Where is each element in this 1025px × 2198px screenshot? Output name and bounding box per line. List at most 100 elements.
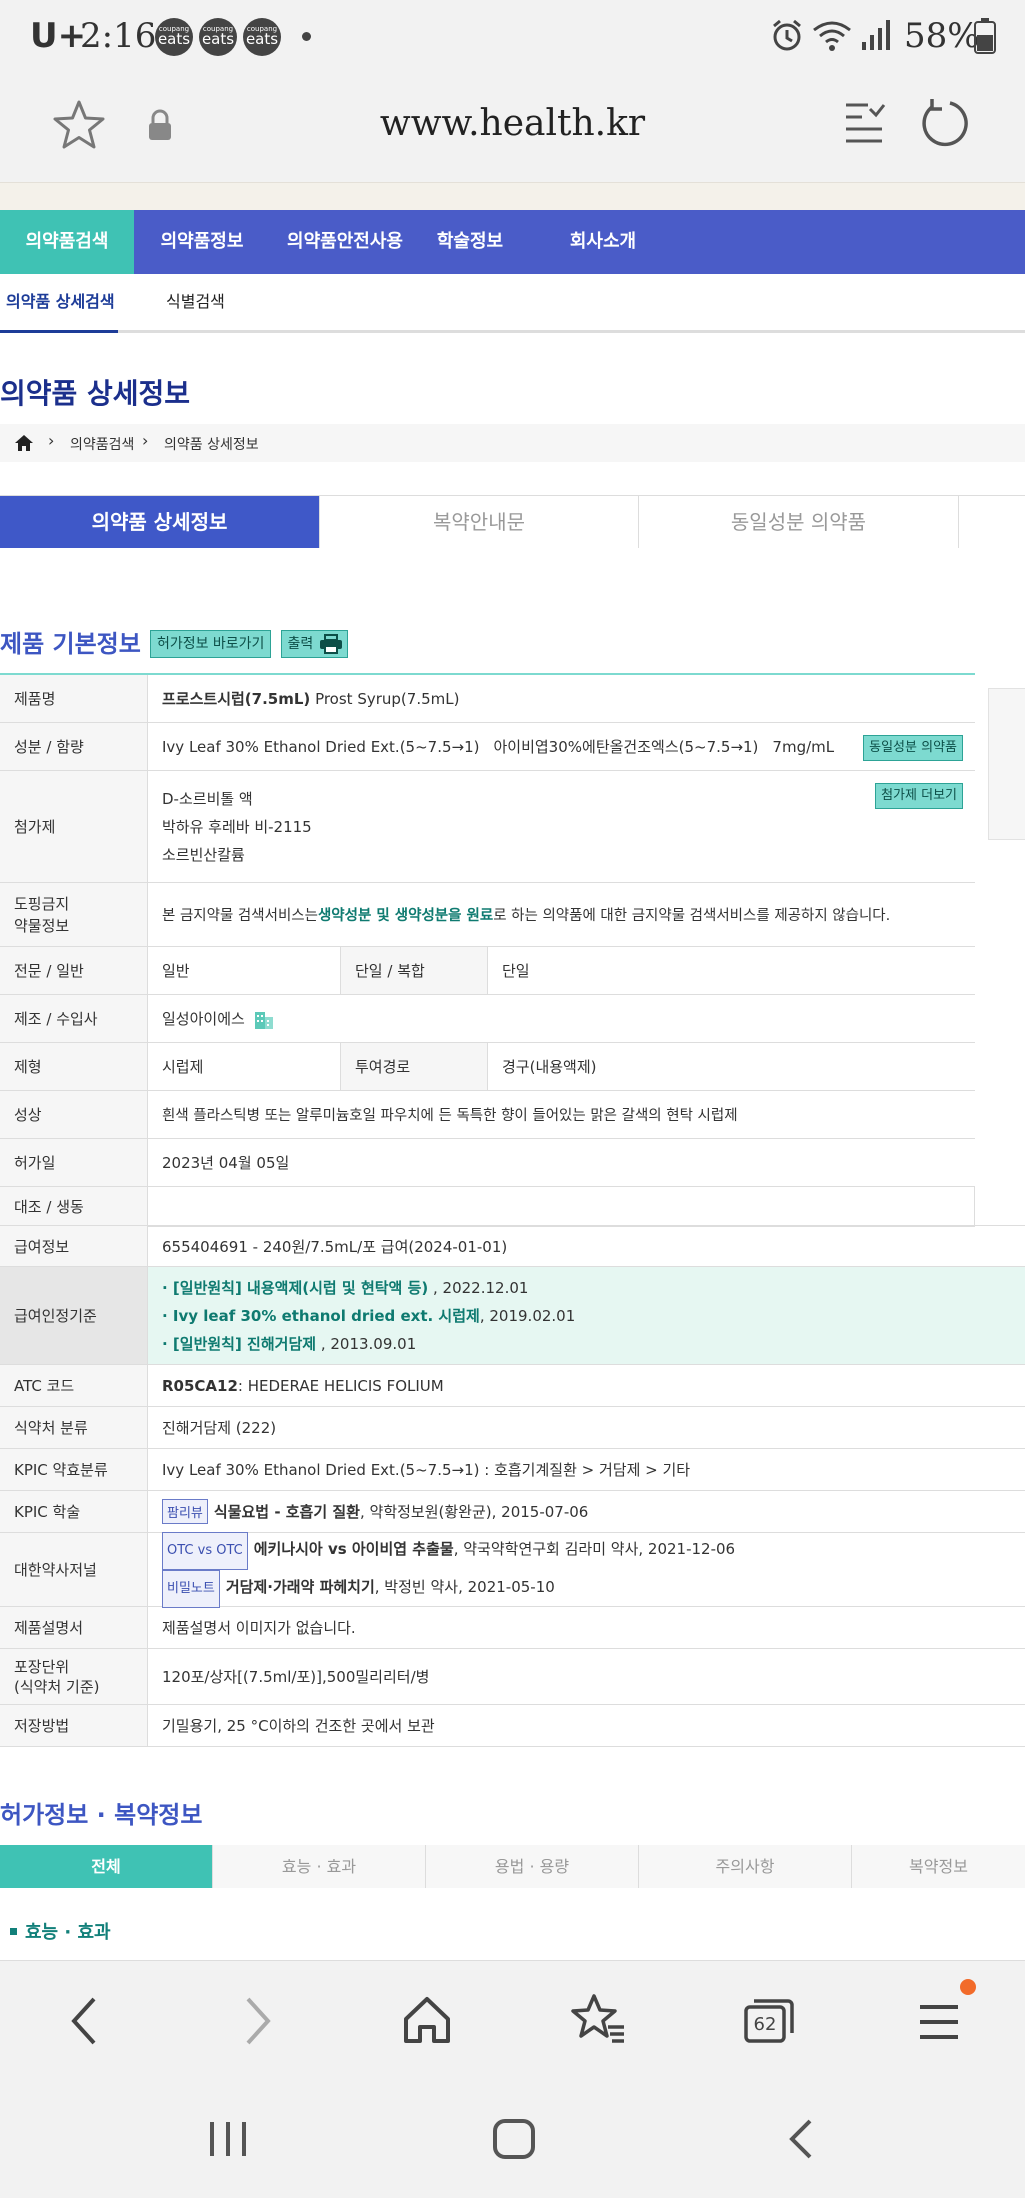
back-icon[interactable] [66, 1995, 102, 2047]
gnb-item-drug-info[interactable]: 의약품정보 [142, 210, 262, 274]
article-title[interactable]: 거담제·가래약 파헤치기 [226, 1578, 375, 1596]
tab-all[interactable]: 전체 [0, 1845, 213, 1888]
criteria-title[interactable]: · [일반원칙] 내용액제(시럽 및 현탁액 등) [162, 1279, 428, 1297]
home-icon[interactable] [402, 1995, 452, 2045]
subsection-heading: 효능 · 효과 [10, 1918, 111, 1944]
sub-navigation: 의약품 상세검색 식별검색 [0, 274, 1025, 333]
row-label-line: 약물정보 [14, 916, 70, 935]
print-button[interactable]: 출력 [280, 630, 349, 658]
row-label: 대조 / 생동 [0, 1187, 148, 1226]
table-row: 허가일 2023년 04월 05일 [0, 1139, 975, 1187]
category-tag: OTC vs OTC [162, 1531, 248, 1570]
ingredient-en: Ivy Leaf 30% Ethanol Dried Ext.(5~7.5→1) [162, 737, 480, 756]
browser-toolbar: 62 [0, 1960, 1025, 2080]
system-back-icon[interactable] [786, 2118, 816, 2160]
table-row: 제조 / 수입사 일성아이에스 [0, 995, 975, 1043]
appearance-value: 흰색 플라스틱병 또는 알루미늄호일 파우치에 든 독특한 향이 들어있는 맑은… [162, 1108, 738, 1124]
table-row: 급여정보 655404691 - 240원/7.5mL/포 급여(2024-01… [0, 1225, 1025, 1267]
table-row: 성상 흰색 플라스틱병 또는 알루미늄호일 파우치에 든 독특한 향이 들어있는… [0, 1091, 975, 1139]
clock: 2:16 [80, 16, 157, 56]
row-label: KPIC 학술 [0, 1491, 148, 1532]
maker-value[interactable]: 일성아이에스 [162, 995, 275, 1042]
bookmarks-icon[interactable] [570, 1993, 626, 2047]
reader-mode-icon[interactable] [842, 101, 886, 147]
breadcrumb-item[interactable]: 의약품 상세정보 [164, 434, 259, 454]
forward-icon[interactable] [240, 1995, 276, 2047]
tab-medication-info[interactable]: 복약정보 [852, 1845, 1025, 1888]
system-navigation-bar [0, 2080, 1025, 2198]
row-label: 제형 [0, 1043, 148, 1090]
gnb-item-drug-safety[interactable]: 의약품안전사용 [270, 210, 420, 274]
bullet-icon [10, 1928, 17, 1935]
gnb-item-academic[interactable]: 학술정보 [420, 210, 520, 274]
criteria-date: , 2013.09.01 [316, 1334, 417, 1353]
more-notifications-dot [302, 32, 311, 41]
permit-date-value: 2023년 04월 05일 [162, 1154, 290, 1172]
table-row: 포장단위 (식약처 기준) 120포/상자[(7.5ml/포)],500밀리리터… [0, 1649, 1025, 1705]
home-button-icon[interactable] [492, 2118, 536, 2160]
tabs-button[interactable]: 62 [744, 1997, 794, 2043]
subnav-identify-search[interactable]: 식별검색 [166, 274, 246, 333]
alarm-icon [773, 19, 801, 51]
row-label: 저장방법 [0, 1705, 148, 1746]
route-value: 경구(내용액제) [502, 1058, 597, 1076]
subnav-detail-search[interactable]: 의약품 상세검색 [0, 274, 118, 333]
tab-medication-guide[interactable]: 복약안내문 [320, 496, 639, 548]
printer-icon [320, 634, 343, 654]
same-ingredient-button[interactable]: 동일성분 의약품 [863, 735, 963, 761]
tab-dosage[interactable]: 용법 · 용량 [426, 1845, 639, 1888]
list-item[interactable]: · [일반원칙] 진해거담제 , 2013.09.01 [162, 1330, 416, 1358]
tab-drug-detail[interactable]: 의약품 상세정보 [0, 496, 320, 548]
battery-icon [974, 18, 996, 54]
gnb-item-company[interactable]: 회사소개 [548, 210, 658, 274]
signal-icon [862, 20, 890, 50]
ingredient-ko: 아이비엽30%에탄올건조엑스(5~7.5→1) [493, 738, 759, 756]
category-tag: 팜리뷰 [162, 1499, 208, 1524]
single-value: 단일 [502, 962, 530, 980]
maker-name[interactable]: 일성아이에스 [162, 1008, 245, 1029]
more-additives-button[interactable]: 첨가제 더보기 [875, 783, 963, 809]
menu-icon[interactable] [918, 2003, 960, 2041]
recent-apps-icon[interactable] [208, 2120, 248, 2158]
row-label: 급여정보 [0, 1226, 148, 1266]
row-label: KPIC 약효분류 [0, 1449, 148, 1490]
kpic-study-value[interactable]: 팜리뷰 식물요법 - 호흡기 질환, 약학정보원(황완균), 2015-07-0… [148, 1491, 1025, 1532]
permit-tabs: 전체 효능 · 효과 용법 · 용량 주의사항 복약정보 [0, 1845, 1025, 1888]
list-item[interactable]: · Ivy leaf 30% ethanol dried ext. 시럽제, 2… [162, 1302, 575, 1330]
list-item[interactable]: OTC vs OTC 에키나시아 vs 아이비엽 추출물, 약국약학연구회 김라미… [162, 1531, 735, 1570]
tab-same-ingredient[interactable]: 동일성분 의약품 [639, 496, 959, 548]
basic-info-header: 제품 기본정보 허가정보 바로가기 출력 [0, 624, 349, 660]
row-label: 전문 / 일반 [0, 947, 148, 994]
table-row: 전문 / 일반 일반 단일 / 복합 단일 [0, 947, 975, 995]
row-label: 대한약사저널 [0, 1533, 148, 1606]
article-title[interactable]: 에키나시아 vs 아이비엽 추출물 [254, 1540, 454, 1558]
criteria-title[interactable]: · [일반원칙] 진해거담제 [162, 1335, 316, 1353]
mfds-value: 진해거담제 (222) [162, 1419, 277, 1437]
list-item[interactable]: · [일반원칙] 내용액제(시럽 및 현탁액 등) , 2022.12.01 [162, 1274, 528, 1302]
heading-text: 효능 · 효과 [25, 1922, 111, 1943]
gnb-item-drug-search[interactable]: 의약품검색 [0, 210, 134, 274]
tab-efficacy[interactable]: 효능 · 효과 [213, 1845, 426, 1888]
home-icon[interactable] [14, 434, 34, 452]
article-title[interactable]: 식물요법 - 호흡기 질환 [214, 1501, 360, 1522]
breadcrumb-item[interactable]: 의약품검색 [70, 434, 134, 454]
carrier-label: U+ [30, 16, 87, 56]
row-label: 성분 / 함량 [0, 723, 148, 770]
product-image-panel [988, 688, 1025, 840]
cell-label: 투여경로 [340, 1043, 488, 1090]
criteria-date: , 2022.12.01 [428, 1278, 529, 1297]
criteria-list: · [일반원칙] 내용액제(시럽 및 현탁액 등) , 2022.12.01 ·… [148, 1267, 1025, 1364]
table-row: 첨가제 D-소르비톨 액 박하유 후레바 비-2115 소르빈산칼륨 첨가제 더… [0, 771, 975, 883]
row-label: 제품명 [0, 675, 148, 722]
row-label: 성상 [0, 1091, 148, 1138]
list-item[interactable]: 비밀노트 거담제·가래약 파헤치기, 박정빈 약사, 2021-05-10 [162, 1569, 555, 1608]
criteria-title[interactable]: · Ivy leaf 30% ethanol dried ext. 시럽제 [162, 1307, 480, 1325]
building-icon[interactable] [253, 1008, 275, 1030]
tab-overflow[interactable] [959, 496, 1025, 548]
product-name-ko: 프로스트시럽(7.5mL) [162, 690, 311, 708]
reload-icon[interactable] [918, 97, 968, 149]
row-label: 제조 / 수입사 [0, 995, 148, 1042]
product-name: 프로스트시럽(7.5mL) Prost Syrup(7.5mL) [162, 675, 459, 722]
tab-precautions[interactable]: 주의사항 [639, 1845, 852, 1888]
permit-info-button[interactable]: 허가정보 바로가기 [149, 630, 272, 658]
